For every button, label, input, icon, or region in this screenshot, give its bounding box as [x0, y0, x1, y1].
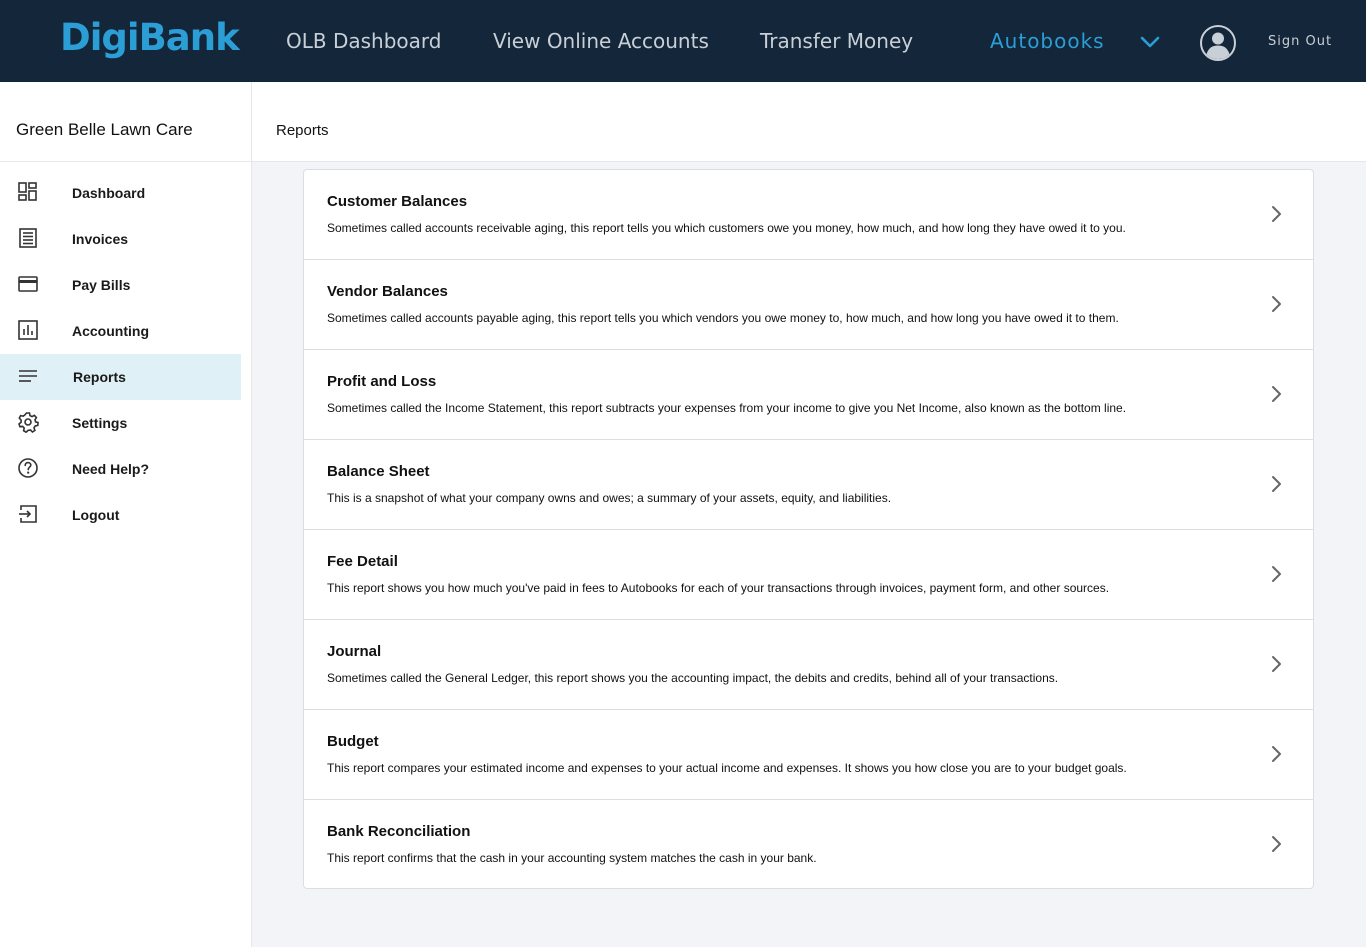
sidebar-item-label: Logout	[72, 507, 120, 523]
report-row-journal[interactable]: Journal Sometimes called the General Led…	[304, 620, 1313, 710]
sidebar-item-pay-bills[interactable]: Pay Bills	[0, 262, 241, 308]
digibank-logo[interactable]: DigiBank	[60, 16, 240, 59]
invoice-icon	[19, 228, 37, 248]
bar-chart-icon	[18, 320, 38, 340]
sign-out-button[interactable]: Sign Out	[1268, 34, 1332, 49]
sidebar-item-invoices[interactable]: Invoices	[0, 216, 241, 262]
user-avatar-icon[interactable]	[1199, 24, 1237, 62]
report-title: Journal	[327, 643, 382, 660]
sidebar-item-label: Need Help?	[72, 461, 150, 477]
credit-card-icon	[18, 276, 38, 292]
chevron-right-icon[interactable]	[1266, 834, 1286, 854]
report-title: Vendor Balances	[327, 283, 448, 300]
sidebar-item-reports[interactable]: Reports	[0, 354, 241, 400]
report-description: This report compares your estimated inco…	[327, 761, 1127, 775]
chevron-right-icon[interactable]	[1266, 564, 1286, 584]
report-row-vendor-balances[interactable]: Vendor Balances Sometimes called account…	[304, 260, 1313, 350]
chevron-right-icon[interactable]	[1266, 204, 1286, 224]
lines-icon	[19, 370, 37, 382]
report-description: Sometimes called accounts receivable agi…	[327, 221, 1126, 235]
report-row-profit-and-loss[interactable]: Profit and Loss Sometimes called the Inc…	[304, 350, 1313, 440]
sidebar-item-settings[interactable]: Settings	[0, 400, 241, 446]
sidebar-item-label: Settings	[72, 415, 128, 431]
report-title: Fee Detail	[327, 553, 398, 570]
report-description: This report shows you how much you've pa…	[327, 581, 1110, 595]
chevron-right-icon[interactable]	[1266, 294, 1286, 314]
top-navigation-bar: DigiBank OLB Dashboard View Online Accou…	[0, 0, 1366, 82]
report-title: Budget	[327, 733, 379, 750]
chevron-down-icon[interactable]	[1138, 30, 1162, 54]
sidebar-menu: Dashboard Invoices Pay Bills Accounting …	[0, 170, 241, 538]
sidebar-item-dashboard[interactable]: Dashboard	[0, 170, 241, 216]
chevron-right-icon[interactable]	[1266, 384, 1286, 404]
report-row-budget[interactable]: Budget This report compares your estimat…	[304, 710, 1313, 800]
sidebar: Green Belle Lawn Care Dashboard Invoices…	[0, 82, 252, 947]
chevron-right-icon[interactable]	[1266, 474, 1286, 494]
report-description: This is a snapshot of what your company …	[327, 491, 892, 505]
chevron-right-icon[interactable]	[1266, 654, 1286, 674]
sidebar-item-label: Reports	[73, 369, 126, 385]
sidebar-item-logout[interactable]: Logout	[0, 492, 241, 538]
sidebar-item-label: Accounting	[72, 323, 149, 339]
logout-icon	[19, 505, 37, 523]
report-description: This report confirms that the cash in yo…	[327, 851, 817, 865]
report-title: Bank Reconciliation	[327, 823, 471, 840]
nav-transfer-money[interactable]: Transfer Money	[760, 29, 913, 53]
sidebar-item-need-help[interactable]: Need Help?	[0, 446, 241, 492]
sidebar-item-label: Invoices	[72, 231, 129, 247]
chevron-right-icon[interactable]	[1266, 744, 1286, 764]
report-title: Customer Balances	[327, 193, 468, 210]
report-row-fee-detail[interactable]: Fee Detail This report shows you how muc…	[304, 530, 1313, 620]
nav-olb-dashboard[interactable]: OLB Dashboard	[286, 29, 441, 53]
report-description: Sometimes called the Income Statement, t…	[327, 401, 1127, 415]
report-list: Customer Balances Sometimes called accou…	[303, 169, 1314, 889]
sidebar-item-label: Pay Bills	[72, 277, 131, 293]
company-name: Green Belle Lawn Care	[16, 120, 193, 139]
report-title: Balance Sheet	[327, 463, 430, 480]
nav-view-online-accounts[interactable]: View Online Accounts	[493, 29, 709, 53]
report-title: Profit and Loss	[327, 373, 437, 390]
page-title: Reports	[276, 122, 329, 139]
sidebar-item-label: Dashboard	[72, 185, 146, 201]
report-row-bank-reconciliation[interactable]: Bank Reconciliation This report confirms…	[304, 800, 1313, 890]
page-header: Reports	[252, 82, 1366, 162]
report-description: Sometimes called the General Ledger, thi…	[327, 671, 1059, 685]
sidebar-item-accounting[interactable]: Accounting	[0, 308, 241, 354]
help-icon	[18, 458, 38, 478]
sidebar-divider	[0, 161, 251, 162]
report-description: Sometimes called accounts payable aging,…	[327, 311, 1119, 325]
report-row-customer-balances[interactable]: Customer Balances Sometimes called accou…	[304, 170, 1313, 260]
dashboard-icon	[18, 182, 37, 201]
nav-autobooks[interactable]: Autobooks	[990, 29, 1105, 53]
gear-icon	[18, 412, 39, 433]
report-row-balance-sheet[interactable]: Balance Sheet This is a snapshot of what…	[304, 440, 1313, 530]
